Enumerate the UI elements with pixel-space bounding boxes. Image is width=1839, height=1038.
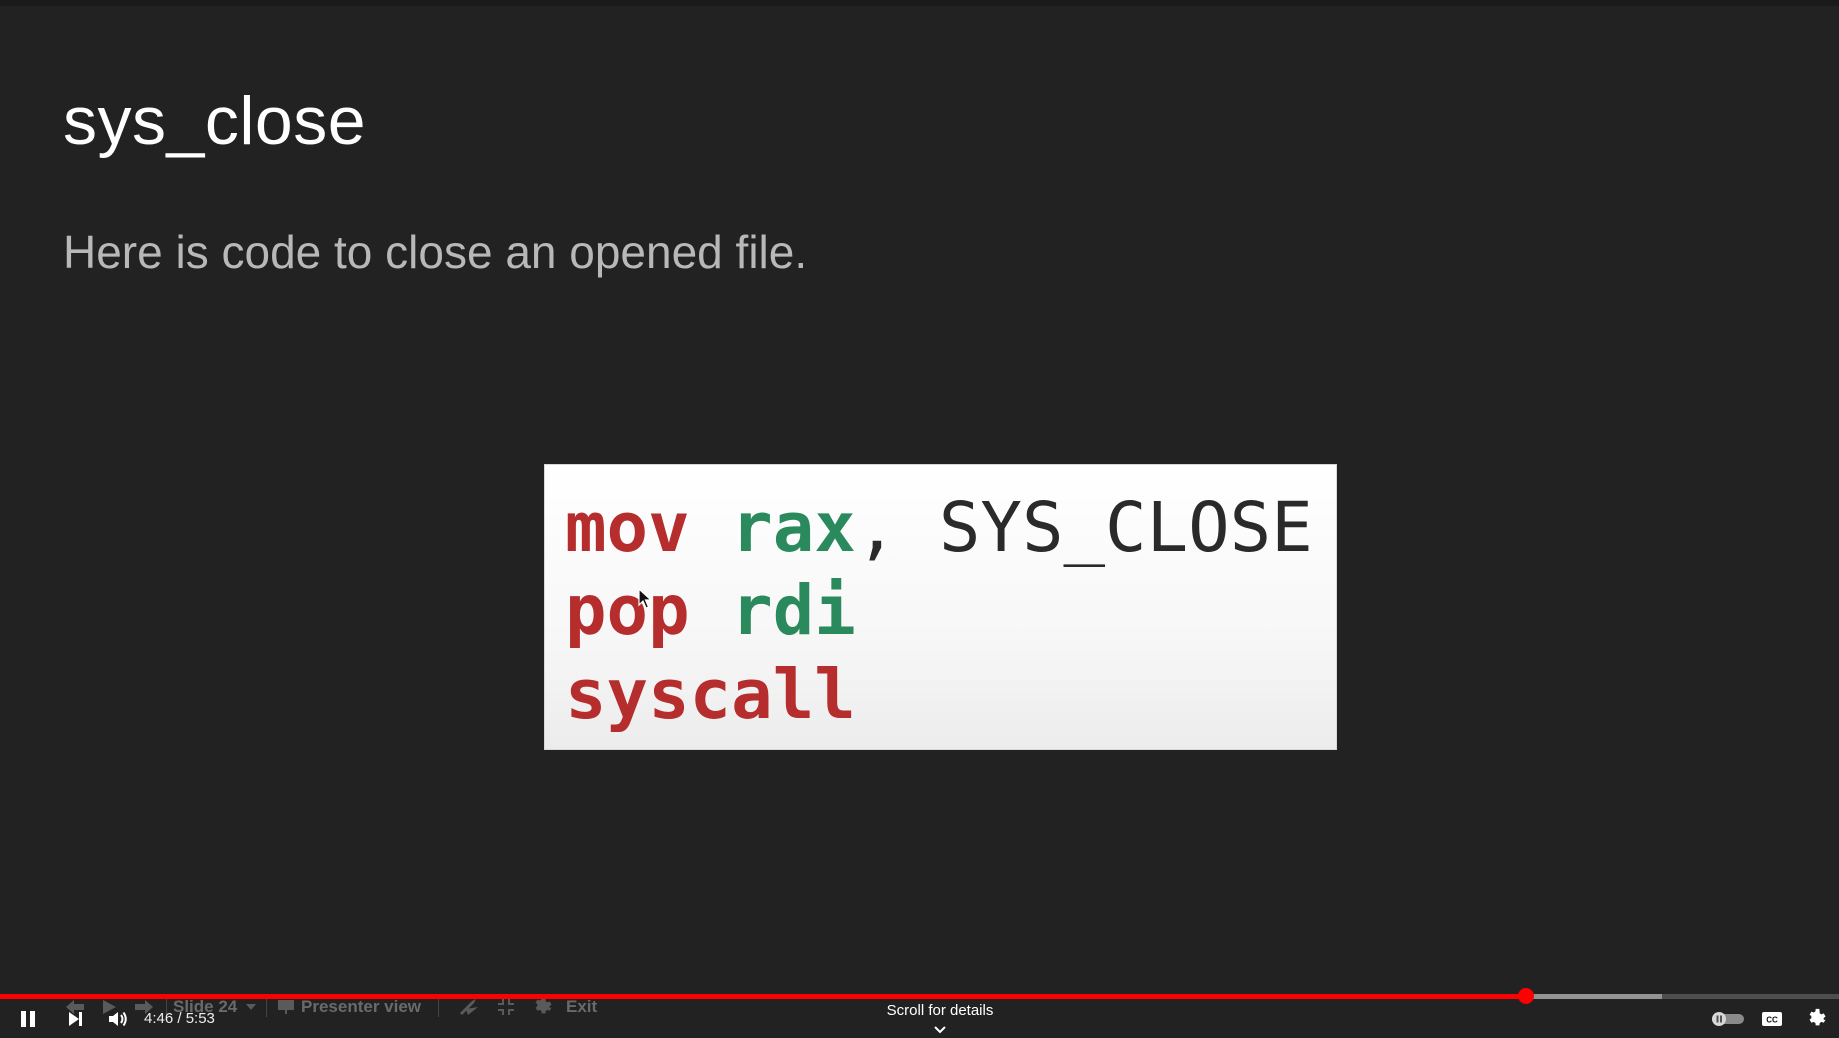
- autoplay-toggle[interactable]: [1708, 999, 1748, 1038]
- chevron-down-icon[interactable]: [932, 1024, 948, 1036]
- slide-title: sys_close: [63, 83, 367, 159]
- slide-body-text: Here is code to close an opened file.: [63, 226, 808, 278]
- captions-button[interactable]: CC: [1757, 999, 1787, 1038]
- svg-text:CC: CC: [1766, 1015, 1778, 1024]
- code-keyword: syscall: [565, 655, 856, 735]
- volume-button[interactable]: [103, 999, 133, 1038]
- autoplay-toggle-icon: [1712, 1011, 1744, 1026]
- pause-icon: [21, 1010, 35, 1027]
- next-icon: [69, 1011, 82, 1026]
- time-display: 4:46 / 5:53: [144, 1010, 215, 1027]
- volume-icon: [109, 1011, 127, 1026]
- slide-canvas: sys_close Here is code to close an opene…: [0, 0, 1839, 1038]
- top-title-bar: [0, 0, 1839, 6]
- settings-button[interactable]: [1801, 999, 1831, 1038]
- code-line-3: syscall: [565, 661, 856, 730]
- code-line-1: mov rax, SYS_CLOSE: [565, 494, 1313, 563]
- code-register: rax: [731, 488, 856, 568]
- pause-button[interactable]: [12, 999, 44, 1038]
- code-register: rdi: [731, 571, 856, 651]
- scroll-for-details-hint[interactable]: Scroll for details: [860, 1002, 1020, 1019]
- next-button[interactable]: [60, 999, 90, 1038]
- code-operand: SYS_CLOSE: [938, 488, 1313, 568]
- settings-icon: [1809, 1008, 1826, 1025]
- code-keyword: pop: [565, 571, 690, 651]
- code-snippet-image: mov rax, SYS_CLOSE pop rdi syscall: [545, 465, 1336, 749]
- code-separator: ,: [855, 488, 898, 568]
- code-line-2: pop rdi: [565, 577, 856, 646]
- captions-icon: CC: [1762, 1011, 1782, 1026]
- code-keyword: mov: [565, 488, 690, 568]
- mouse-cursor-icon: [638, 588, 652, 609]
